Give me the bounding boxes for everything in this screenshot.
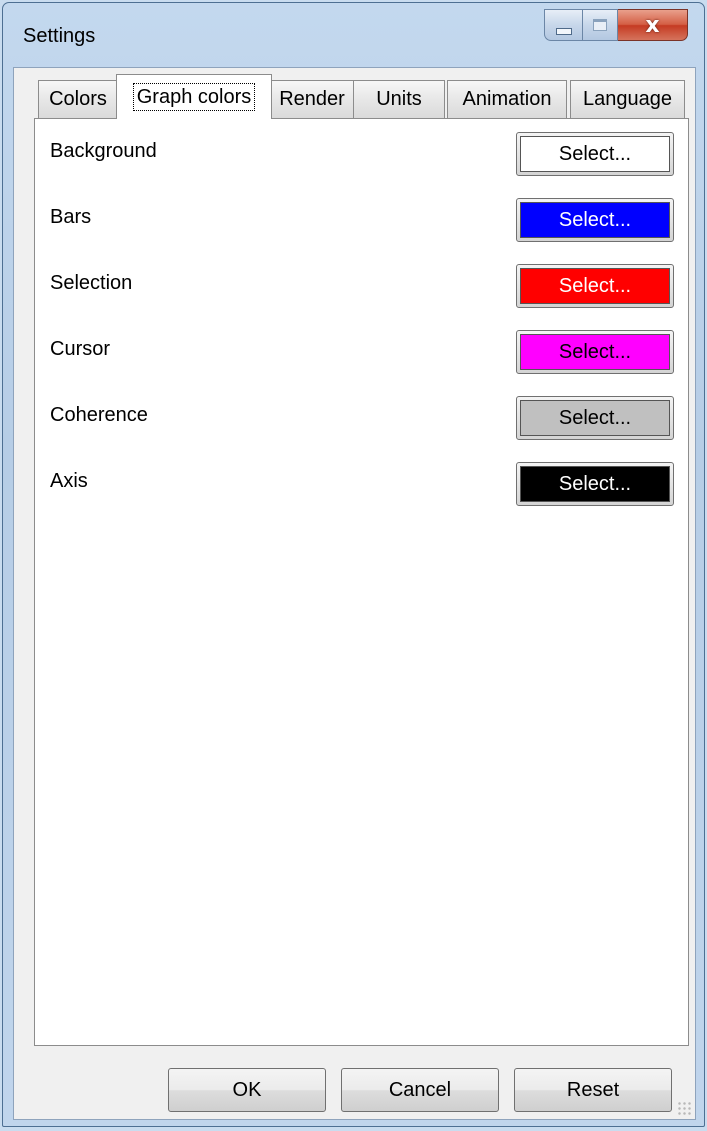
tab-label: Colors — [49, 88, 107, 110]
color-swatch: Select... — [520, 334, 670, 370]
reset-button[interactable]: Reset — [514, 1068, 672, 1112]
select-axis-color-button[interactable]: Select... — [516, 462, 674, 506]
button-label: Select... — [558, 208, 632, 231]
tab-label: Animation — [462, 88, 552, 110]
button-label: Select... — [558, 274, 632, 297]
tab-render[interactable]: Render — [270, 80, 354, 118]
maximize-button[interactable] — [582, 9, 618, 41]
select-coherence-color-button[interactable]: Select... — [516, 396, 674, 440]
color-row-bars: Bars Select... — [35, 198, 688, 242]
tab-colors[interactable]: Colors — [38, 80, 118, 118]
graph-colors-panel: Background Select... Bars Select... Sele… — [34, 118, 689, 1046]
caption-buttons: x — [544, 9, 688, 41]
tab-label: Units — [376, 88, 422, 110]
select-cursor-color-button[interactable]: Select... — [516, 330, 674, 374]
color-row-label: Background — [50, 140, 157, 162]
color-row-coherence: Coherence Select... — [35, 396, 688, 440]
tab-strip: Colors Graph colors Render Units Animati… — [14, 68, 695, 119]
color-swatch: Select... — [520, 136, 670, 172]
color-row-label: Bars — [50, 206, 92, 228]
close-button[interactable]: x — [618, 9, 688, 41]
color-row-label: Coherence — [50, 404, 148, 426]
color-row-label: Selection — [50, 272, 133, 294]
minimize-button[interactable] — [544, 9, 582, 41]
cancel-button[interactable]: Cancel — [341, 1068, 499, 1112]
color-row-cursor: Cursor Select... — [35, 330, 688, 374]
title-bar[interactable]: Settings x — [3, 3, 704, 67]
button-label: Select... — [558, 340, 632, 363]
tab-graph-colors[interactable]: Graph colors — [116, 74, 272, 119]
button-label: Select... — [558, 472, 632, 495]
select-selection-color-button[interactable]: Select... — [516, 264, 674, 308]
maximize-icon — [593, 19, 607, 31]
color-row-label: Cursor — [50, 338, 111, 360]
tab-language[interactable]: Language — [570, 80, 685, 118]
select-background-color-button[interactable]: Select... — [516, 132, 674, 176]
ok-button[interactable]: OK — [168, 1068, 326, 1112]
tab-label: Language — [583, 88, 672, 110]
color-swatch: Select... — [520, 466, 670, 502]
minimize-icon — [555, 27, 572, 35]
color-row-selection: Selection Select... — [35, 264, 688, 308]
button-label: Select... — [558, 406, 632, 429]
tab-label: Graph colors — [132, 83, 256, 111]
resize-grip-icon[interactable] — [677, 1101, 691, 1115]
tab-units[interactable]: Units — [353, 80, 445, 118]
color-swatch: Select... — [520, 268, 670, 304]
select-bars-color-button[interactable]: Select... — [516, 198, 674, 242]
close-icon: x — [645, 12, 660, 38]
color-swatch: Select... — [520, 400, 670, 436]
color-row-axis: Axis Select... — [35, 462, 688, 506]
tab-animation[interactable]: Animation — [447, 80, 567, 118]
color-swatch: Select... — [520, 202, 670, 238]
window-title: Settings — [23, 25, 96, 47]
tab-label: Render — [279, 88, 345, 110]
dialog-body: Colors Graph colors Render Units Animati… — [13, 67, 696, 1120]
button-label: Select... — [558, 142, 632, 165]
settings-window: Settings x Colors Graph colors Render Un… — [2, 2, 705, 1127]
color-row-label: Axis — [50, 470, 88, 492]
color-row-background: Background Select... — [35, 132, 688, 176]
